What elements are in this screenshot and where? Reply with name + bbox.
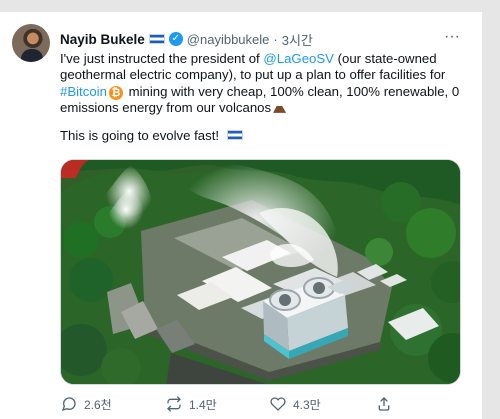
tweet-actions-bar: 2.6천 1.4만 4.3만 — [60, 393, 450, 415]
retweet-count: 1.4만 — [189, 397, 217, 412]
like-count: 4.3만 — [293, 397, 321, 412]
tweet-paragraph-1: I've just instructed the president of @L… — [60, 51, 462, 116]
share-button[interactable] — [375, 393, 399, 415]
reply-count: 2.6천 — [84, 397, 112, 412]
screenshot-frame: Nayib Bukele ✓ @nayibbukele · 3시간 ··· I'… — [0, 0, 500, 419]
verified-badge-icon: ✓ — [168, 32, 183, 46]
tweet-body: I've just instructed the president of @L… — [60, 51, 462, 144]
tweet-second-paragraph: This is going to evolve fast! — [60, 128, 220, 144]
hashtag-bitcoin-link[interactable]: #Bitcoin — [60, 84, 107, 99]
tweet-card[interactable]: Nayib Bukele ✓ @nayibbukele · 3시간 ··· I'… — [0, 11, 482, 419]
more-options-button[interactable]: ··· — [442, 28, 462, 46]
author-avatar[interactable] — [12, 24, 50, 62]
author-name[interactable]: Nayib Bukele — [60, 32, 145, 47]
geothermal-plant-image — [61, 160, 460, 384]
header-separator: · — [273, 31, 278, 47]
bitcoin-icon: ₿ — [108, 85, 123, 100]
reply-button[interactable]: 2.6천 — [60, 393, 112, 415]
mention-lagesv-link[interactable]: @LaGeoSV — [263, 51, 334, 66]
tweet-media-image[interactable] — [60, 159, 461, 385]
comment-icon — [60, 395, 78, 413]
tweet-header: Nayib Bukele ✓ @nayibbukele · 3시간 — [60, 29, 313, 49]
volcano-emoji-icon — [273, 103, 287, 113]
retweet-icon — [165, 395, 183, 413]
el-salvador-flag-icon — [226, 130, 243, 141]
tweet-paragraph-2: This is going to evolve fast! — [60, 128, 462, 144]
heart-icon — [269, 395, 287, 413]
el-salvador-flag-icon — [148, 34, 165, 44]
share-icon — [375, 395, 393, 413]
author-handle[interactable]: @nayibbukele — [187, 32, 270, 47]
right-side-gutter — [482, 0, 500, 419]
retweet-button[interactable]: 1.4만 — [165, 393, 217, 415]
like-button[interactable]: 4.3만 — [269, 393, 321, 415]
tweet-time[interactable]: 3시간 — [282, 30, 313, 49]
tweet-text-segment-1: I've just instructed the president of — [60, 51, 264, 66]
